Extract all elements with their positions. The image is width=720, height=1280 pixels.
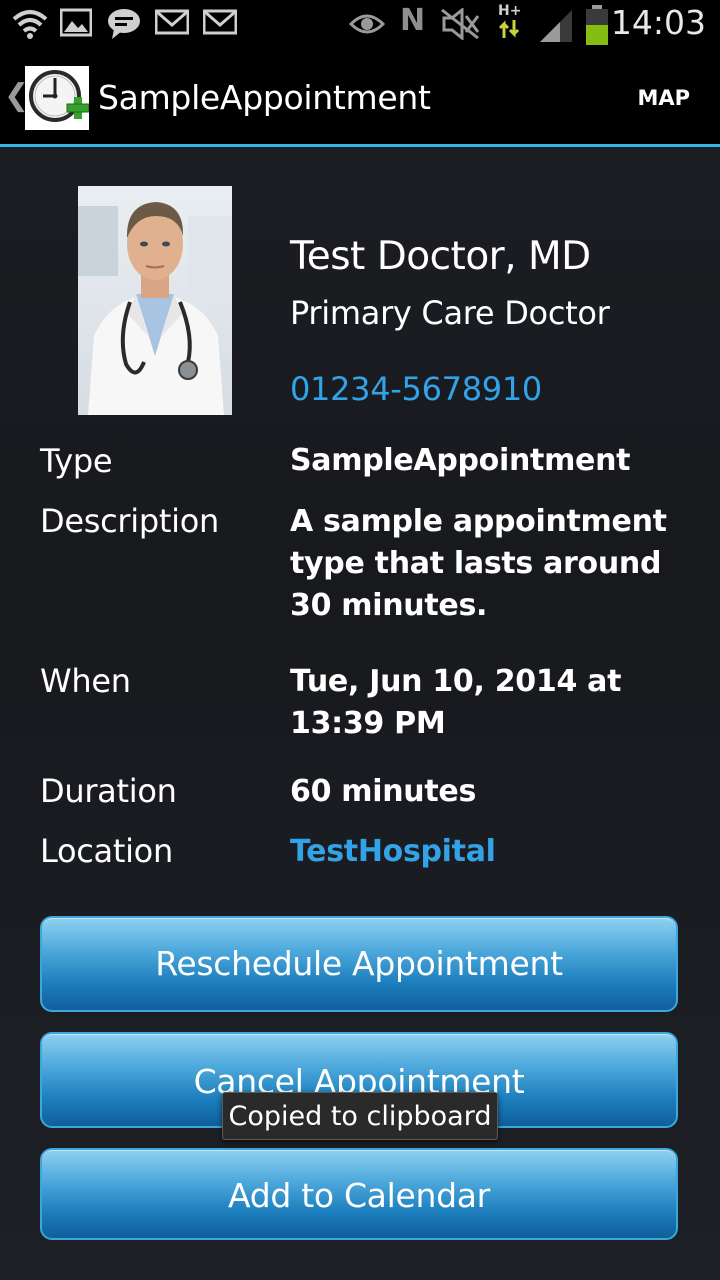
description-label: Description: [40, 502, 219, 540]
duration-value: 60 minutes: [290, 774, 476, 809]
doctor-phone-link[interactable]: 01234-5678910: [290, 370, 542, 408]
type-value: SampleAppointment: [290, 443, 631, 478]
network-hplus-icon: H+: [498, 4, 526, 44]
action-bar: ❮ SampleAppointment MAP: [0, 50, 720, 147]
wifi-icon: [12, 10, 48, 39]
reschedule-button[interactable]: Reschedule Appointment: [40, 916, 678, 1012]
nfc-icon: N: [400, 3, 426, 38]
description-value: A sample appointment type that lasts aro…: [290, 504, 667, 623]
doctor-specialty: Primary Care Doctor: [290, 294, 610, 332]
status-bar: N H+ 14:03: [0, 0, 720, 50]
signal-icon: [540, 10, 572, 42]
type-label: Type: [40, 442, 113, 480]
map-button[interactable]: MAP: [637, 86, 690, 110]
when-value: Tue, Jun 10, 2014 at 13:39 PM: [290, 664, 622, 741]
eye-icon: [349, 14, 385, 34]
location-label: Location: [40, 832, 173, 870]
toast-notification: Copied to clipboard: [222, 1092, 498, 1140]
chat-icon: [108, 9, 140, 39]
gmail-icon: [203, 9, 237, 35]
gallery-icon: [60, 8, 92, 37]
battery-icon: [586, 5, 608, 45]
app-clock-icon[interactable]: [25, 66, 90, 130]
gmail-icon: [155, 9, 189, 35]
page-title: SampleAppointment: [98, 78, 431, 117]
duration-label: Duration: [40, 772, 177, 810]
doctor-name: Test Doctor, MD: [290, 234, 591, 279]
location-link[interactable]: TestHospital: [290, 831, 690, 873]
add-to-calendar-button[interactable]: Add to Calendar: [40, 1148, 678, 1240]
doctor-photo: [78, 186, 232, 415]
mute-icon: [441, 8, 480, 40]
when-label: When: [40, 662, 131, 700]
network-type-label: H+: [498, 3, 522, 19]
clock: 14:03: [610, 3, 706, 42]
